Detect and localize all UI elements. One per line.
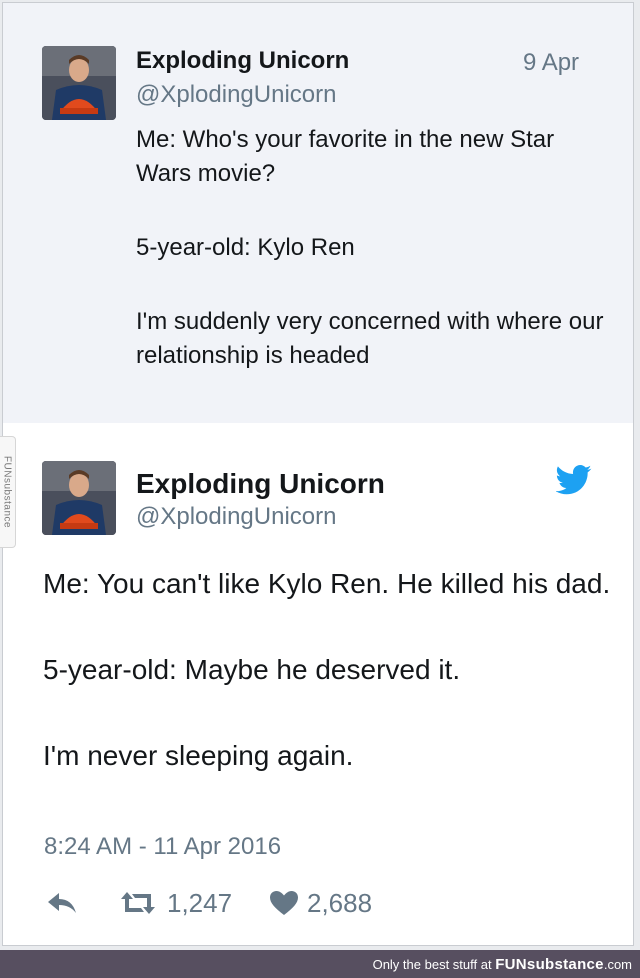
tweet-paragraph: I'm never sleeping again. xyxy=(43,740,354,771)
tweet-date[interactable]: 9 Apr xyxy=(523,49,579,77)
tweet-text: Me: Who's your favorite in the new Star … xyxy=(136,123,606,373)
tweet-paragraph: 5-year-old: Kylo Ren xyxy=(136,234,355,261)
like-button[interactable]: 2,688 xyxy=(269,883,372,923)
tweet-paragraph: I'm suddenly very concerned with where o… xyxy=(136,308,604,369)
author-name[interactable]: Exploding Unicorn xyxy=(136,468,385,500)
reply-button[interactable] xyxy=(46,883,78,923)
parent-tweet[interactable]: Exploding Unicorn @XplodingUnicorn 9 Apr… xyxy=(3,3,633,423)
tweet-card: Exploding Unicorn @XplodingUnicorn 9 Apr… xyxy=(2,2,634,946)
tweet-timestamp[interactable]: 8:24 AM - 11 Apr 2016 xyxy=(44,833,281,861)
like-count: 2,688 xyxy=(307,887,373,918)
author-handle[interactable]: @XplodingUnicorn xyxy=(136,503,336,531)
footer-brand: FUNsubstance xyxy=(495,956,604,973)
tweet-text: Me: You can't like Kylo Ren. He killed h… xyxy=(43,565,613,775)
retweet-icon xyxy=(121,892,155,914)
tweet-paragraph: 5-year-old: Maybe he deserved it. xyxy=(43,654,461,685)
tweet-paragraph: Me: Who's your favorite in the new Star … xyxy=(136,126,555,187)
avatar-image xyxy=(42,461,116,535)
watermark-side-tab: FUNsubstance xyxy=(0,436,16,548)
retweet-count: 1,247 xyxy=(167,887,233,918)
footer-text: Only the best stuff at FUNsubstance.com xyxy=(373,956,632,973)
avatar[interactable] xyxy=(42,46,116,120)
retweet-button[interactable]: 1,247 xyxy=(119,883,232,923)
author-name[interactable]: Exploding Unicorn xyxy=(136,47,349,75)
twitter-bird-icon[interactable] xyxy=(556,465,592,495)
avatar[interactable] xyxy=(42,461,116,535)
footer-prefix: Only the best stuff at xyxy=(372,957,492,972)
footer-suffix: .com xyxy=(603,957,632,972)
tweet-paragraph: Me: You can't like Kylo Ren. He killed h… xyxy=(43,568,611,599)
tweet-actions: 1,247 2,688 xyxy=(3,883,633,923)
author-handle[interactable]: @XplodingUnicorn xyxy=(136,81,336,109)
reply-icon xyxy=(48,893,76,913)
avatar-image xyxy=(42,46,116,120)
heart-icon xyxy=(270,891,298,915)
watermark-footer: Only the best stuff at FUNsubstance.com xyxy=(0,950,640,978)
watermark-side-text: FUNsubstance xyxy=(1,455,13,529)
